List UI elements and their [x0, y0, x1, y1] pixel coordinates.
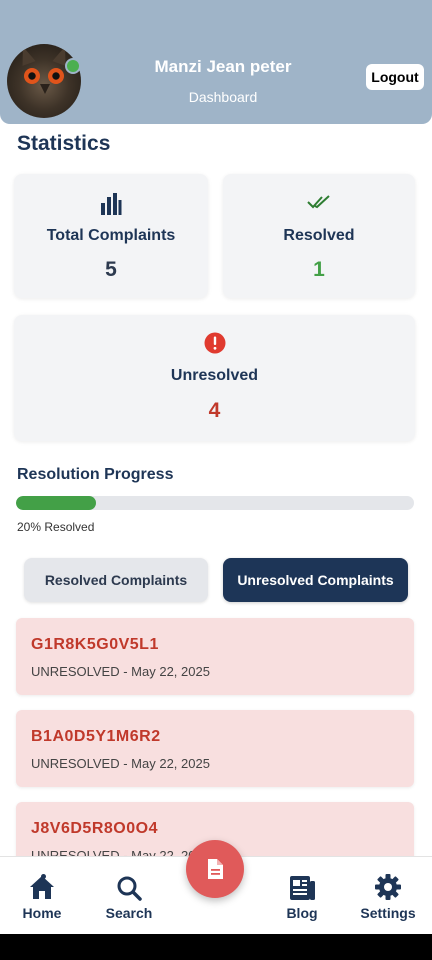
- document-icon: [206, 858, 224, 880]
- unresolved-card: Unresolved 4: [14, 315, 415, 441]
- avatar[interactable]: [7, 44, 81, 118]
- gear-icon: [348, 867, 428, 901]
- resolution-progress-title: Resolution Progress: [17, 466, 174, 483]
- double-check-icon: [223, 194, 415, 210]
- resolved-value: 1: [313, 258, 325, 281]
- nav-label-search: Search: [105, 905, 153, 921]
- nav-item-blog[interactable]: Blog: [262, 867, 342, 921]
- total-complaints-label: Total Complaints: [46, 227, 176, 244]
- complaint-id: G1R8K5G0V5L1: [31, 636, 159, 653]
- newspaper-icon: [262, 867, 342, 901]
- complaint-item[interactable]: G1R8K5G0V5L1 UNRESOLVED - May 22, 2025: [16, 618, 414, 695]
- profile-header: Manzi Jean peter Dashboard Logout: [0, 0, 432, 124]
- search-icon: [89, 867, 169, 901]
- exclamation-circle-icon: [14, 332, 415, 354]
- home-icon: [2, 867, 82, 901]
- nav-item-home[interactable]: Home: [2, 867, 82, 921]
- tab-resolved-complaints[interactable]: Resolved Complaints: [24, 558, 208, 602]
- unresolved-label: Unresolved: [170, 367, 259, 384]
- logout-button[interactable]: Logout: [366, 64, 424, 90]
- nav-item-settings[interactable]: Settings: [348, 867, 428, 921]
- resolved-label: Resolved: [283, 227, 355, 244]
- total-complaints-card: Total Complaints 5: [14, 174, 208, 298]
- unresolved-value: 4: [208, 399, 221, 422]
- owl-eye-right: [48, 68, 64, 84]
- tab-unresolved-complaints[interactable]: Unresolved Complaints: [223, 558, 408, 602]
- owl-beak: [40, 84, 50, 94]
- complaint-item[interactable]: B1A0D5Y1M6R2 UNRESOLVED - May 22, 2025: [16, 710, 414, 787]
- bar-chart-icon: [14, 192, 208, 216]
- nav-label-blog: Blog: [286, 905, 318, 921]
- system-navigation-bar: [0, 934, 432, 960]
- resolution-progress-fill: [16, 496, 96, 510]
- resolved-card: Resolved 1: [223, 174, 415, 298]
- complaint-meta: UNRESOLVED - May 22, 2025: [31, 664, 210, 679]
- online-status-dot: [65, 58, 81, 74]
- complaint-id: B1A0D5Y1M6R2: [31, 728, 161, 745]
- new-complaint-fab-button[interactable]: [186, 840, 244, 898]
- resolution-progress-text: 20% Resolved: [17, 520, 95, 534]
- resolution-progress-bar: [16, 496, 414, 510]
- page-subtitle: Dashboard: [188, 89, 258, 105]
- active-indicator: [41, 874, 46, 879]
- user-name: Manzi Jean peter: [154, 57, 292, 76]
- statistics-title: Statistics: [17, 132, 111, 155]
- complaint-meta: UNRESOLVED - May 22, 2025: [31, 756, 210, 771]
- complaint-id: J8V6D5R8O0O4: [31, 820, 158, 837]
- owl-eye-left: [24, 68, 40, 84]
- total-complaints-value: 5: [105, 258, 117, 281]
- nav-item-search[interactable]: Search: [89, 867, 169, 921]
- nav-label-settings: Settings: [360, 905, 416, 921]
- nav-label-home: Home: [22, 905, 62, 921]
- owl-ear-tuft-left: [16, 44, 36, 66]
